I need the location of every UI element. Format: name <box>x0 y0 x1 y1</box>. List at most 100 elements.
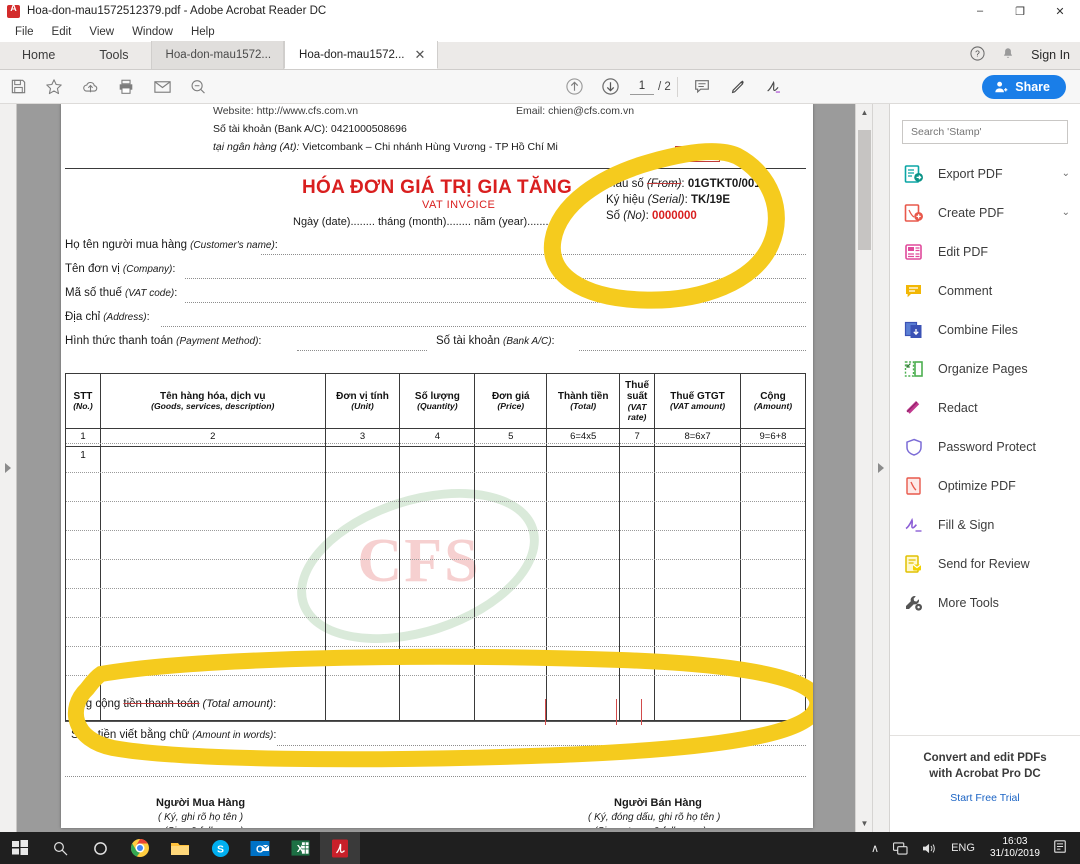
volume-icon[interactable] <box>915 832 944 864</box>
print-icon[interactable] <box>108 70 144 104</box>
amount-in-words-vn: tiền viết bằng chữ <box>97 729 190 741</box>
cell-quantity[interactable] <box>399 446 476 721</box>
total-amount-row: ống cộng tiền thanh toán (Total amount): <box>73 698 276 710</box>
file-explorer-icon[interactable] <box>160 832 200 864</box>
tool-password-protect[interactable]: Password Protect <box>890 427 1080 466</box>
save-icon[interactable] <box>0 70 36 104</box>
menu-item-edit[interactable]: Edit <box>43 24 81 40</box>
cell-vat-rate[interactable] <box>619 446 656 721</box>
table-header-row: STT (No.) Tên hàng hóa, dịch vụ (Goods, … <box>65 372 807 430</box>
right-panel-toggle[interactable] <box>872 104 890 832</box>
search-icon[interactable] <box>40 832 80 864</box>
cell-amount[interactable] <box>739 446 807 721</box>
organize-pages-icon <box>904 360 926 378</box>
clock-time: 16:03 <box>1002 835 1028 847</box>
close-icon[interactable]: ✕ <box>415 48 426 61</box>
network-icon[interactable] <box>886 832 915 864</box>
red-marker-line <box>616 699 617 725</box>
tool-combine-files[interactable]: Combine Files <box>890 310 1080 349</box>
sign-icon[interactable] <box>756 70 792 104</box>
zoom-search-icon[interactable] <box>180 70 216 104</box>
close-button[interactable]: ✕ <box>1040 0 1080 22</box>
taskbar-clock[interactable]: 16:03 31/10/2019 <box>982 836 1048 861</box>
acrobat-icon[interactable] <box>320 832 360 864</box>
tray-chevron-icon[interactable]: ∧ <box>864 832 886 864</box>
col-price-en: (Price) <box>497 401 525 411</box>
skype-icon[interactable]: S <box>200 832 240 864</box>
left-panel-toggle[interactable] <box>0 104 17 832</box>
minimize-button[interactable]: – <box>960 0 1000 22</box>
tool-redact[interactable]: Redact <box>890 388 1080 427</box>
field-payment-method-en: (Payment Method) <box>176 336 259 347</box>
menu-item-file[interactable]: File <box>6 24 43 40</box>
col-quantity: Số lượng (Quantity) <box>399 372 476 430</box>
document-scrollbar[interactable]: ▲ ▼ <box>855 104 872 832</box>
fill-line-payment-method <box>297 350 427 351</box>
tool-edit-pdf[interactable]: Edit PDF <box>890 232 1080 271</box>
col-stt-vn: STT <box>73 390 93 402</box>
help-icon[interactable]: ? <box>970 46 985 64</box>
menu-item-view[interactable]: View <box>80 24 123 40</box>
col-goods-vn: Tên hàng hóa, dịch vụ <box>159 390 266 402</box>
scroll-up-icon[interactable]: ▲ <box>856 104 873 121</box>
add-bookmark-icon[interactable] <box>36 70 72 104</box>
tool-create-pdf[interactable]: Create PDF ⌄ <box>890 193 1080 232</box>
workspace: CFS Website: http://www.cfs.com.vn Email… <box>0 104 1080 832</box>
maximize-button[interactable]: ❐ <box>1000 0 1040 22</box>
start-free-trial-link[interactable]: Start Free Trial <box>890 792 1080 804</box>
email-icon[interactable] <box>144 70 180 104</box>
chrome-icon[interactable] <box>120 832 160 864</box>
windows-start-icon[interactable] <box>0 832 40 864</box>
field-vat-code-en: (VAT code) <box>124 288 175 299</box>
field-address: Địa chỉ (Address): <box>65 311 150 323</box>
company-email: Email: chien@cfs.com.vn <box>516 105 635 117</box>
cell-unit[interactable] <box>324 446 401 721</box>
scroll-down-icon[interactable]: ▼ <box>856 815 873 832</box>
previous-page-button[interactable] <box>556 70 592 104</box>
serial-value: TK/19E <box>691 194 731 206</box>
upload-cloud-icon[interactable] <box>72 70 108 104</box>
document-tab-1[interactable]: Hoa-don-mau1572... <box>150 41 285 69</box>
highlight-pen-icon[interactable] <box>720 70 756 104</box>
excel-icon[interactable]: X <box>280 832 320 864</box>
tool-export-pdf[interactable]: Export PDF ⌄ <box>890 154 1080 193</box>
cell-price[interactable] <box>474 446 548 721</box>
comment-icon[interactable] <box>684 70 720 104</box>
cortana-icon[interactable] <box>80 832 120 864</box>
tool-optimize-pdf[interactable]: Optimize PDF <box>890 466 1080 505</box>
sign-in-button[interactable]: Sign In <box>1031 48 1070 62</box>
chevron-down-icon[interactable]: ⌄ <box>1062 207 1070 218</box>
tool-export-pdf-label: Export PDF <box>938 166 1003 181</box>
invoice-number-value: 0000000 <box>652 210 697 222</box>
tool-organize-pages[interactable]: Organize Pages <box>890 349 1080 388</box>
stamp-search-input[interactable] <box>911 126 1059 138</box>
next-page-button[interactable] <box>592 70 628 104</box>
language-indicator[interactable]: ENG <box>944 832 982 864</box>
menu-item-window[interactable]: Window <box>123 24 182 40</box>
menu-item-help[interactable]: Help <box>182 24 224 40</box>
document-viewport[interactable]: CFS Website: http://www.cfs.com.vn Email… <box>17 104 855 832</box>
toolbar-divider <box>676 76 678 97</box>
tab-strip-right-actions: ? Sign In <box>970 41 1080 69</box>
tool-fill-sign[interactable]: Fill & Sign <box>890 505 1080 544</box>
form-annotation-box[interactable]: (Form) <box>675 146 720 162</box>
tool-comment[interactable]: Comment <box>890 271 1080 310</box>
tool-more-tools[interactable]: More Tools <box>890 583 1080 622</box>
notifications-icon[interactable] <box>1048 839 1076 857</box>
tab-home[interactable]: Home <box>0 41 77 69</box>
tool-send-for-review[interactable]: Send for Review <box>890 544 1080 583</box>
main-toolbar: / 2 Share <box>0 70 1080 104</box>
cell-goods[interactable] <box>99 446 326 721</box>
outlook-icon[interactable]: O <box>240 832 280 864</box>
scrollbar-thumb[interactable] <box>858 130 871 250</box>
cell-vat-amount[interactable] <box>654 446 741 721</box>
cell-total[interactable] <box>546 446 621 721</box>
bell-icon[interactable] <box>1001 46 1015 64</box>
tool-password-protect-label: Password Protect <box>938 439 1036 454</box>
stamp-search-box[interactable] <box>902 120 1068 144</box>
share-button[interactable]: Share <box>982 74 1066 99</box>
chevron-down-icon[interactable]: ⌄ <box>1062 168 1070 179</box>
tab-tools[interactable]: Tools <box>77 41 150 69</box>
document-tab-2[interactable]: Hoa-don-mau1572... ✕ <box>284 41 439 69</box>
page-number-input[interactable] <box>630 78 654 95</box>
